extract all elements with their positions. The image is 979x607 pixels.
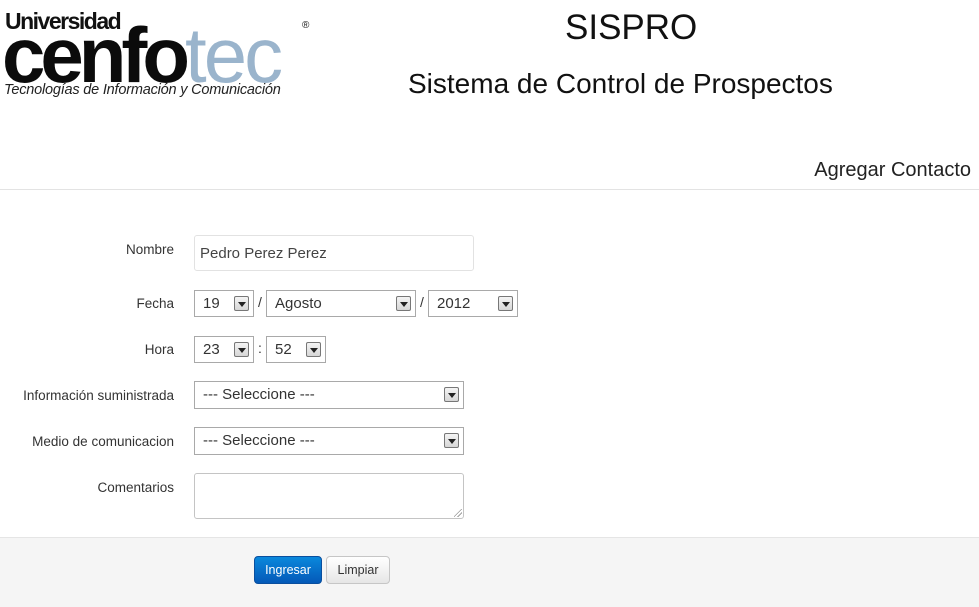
registered-mark: ® bbox=[302, 20, 310, 31]
hora-minute-select[interactable]: 52 bbox=[266, 336, 326, 363]
fecha-day-value: 19 bbox=[203, 295, 220, 312]
informacion-selected-value: --- Seleccione --- bbox=[203, 386, 315, 403]
dropdown-arrow-icon[interactable] bbox=[444, 433, 459, 448]
dropdown-arrow-icon[interactable] bbox=[444, 387, 459, 402]
fecha-year-select[interactable]: 2012 bbox=[428, 290, 518, 317]
hora-label: Hora bbox=[144, 342, 174, 357]
dropdown-arrow-icon[interactable] bbox=[306, 342, 321, 357]
informacion-select[interactable]: --- Seleccione --- bbox=[194, 381, 464, 409]
app-title: SISPRO bbox=[565, 8, 698, 47]
comentarios-label: Comentarios bbox=[97, 480, 174, 495]
nombre-input[interactable] bbox=[194, 235, 474, 271]
hora-minute-value: 52 bbox=[275, 341, 292, 358]
hora-hour-value: 23 bbox=[203, 341, 220, 358]
limpiar-button[interactable]: Limpiar bbox=[326, 556, 390, 584]
ingresar-button[interactable]: Ingresar bbox=[254, 556, 322, 584]
cenfotec-logo: Universidad cenfotec ® Tecnologías de In… bbox=[2, 6, 322, 106]
hora-hour-select[interactable]: 23 bbox=[194, 336, 254, 363]
fecha-month-value: Agosto bbox=[275, 295, 322, 312]
informacion-label: Información suministrada bbox=[23, 388, 174, 403]
medio-label: Medio de comunicacion bbox=[32, 434, 174, 449]
dropdown-arrow-icon[interactable] bbox=[498, 296, 513, 311]
dropdown-arrow-icon[interactable] bbox=[396, 296, 411, 311]
comentarios-textarea[interactable] bbox=[194, 473, 464, 519]
dropdown-arrow-icon[interactable] bbox=[234, 296, 249, 311]
fecha-year-value: 2012 bbox=[437, 295, 471, 312]
dropdown-arrow-icon[interactable] bbox=[234, 342, 249, 357]
resize-grip-icon[interactable] bbox=[454, 509, 462, 517]
medio-selected-value: --- Seleccione --- bbox=[203, 432, 315, 449]
nombre-label: Nombre bbox=[125, 242, 174, 257]
fecha-month-select[interactable]: Agosto bbox=[266, 290, 416, 317]
section-title: Agregar Contacto bbox=[814, 159, 971, 181]
time-separator: : bbox=[258, 340, 262, 356]
date-separator: / bbox=[420, 294, 424, 310]
fecha-label: Fecha bbox=[136, 296, 174, 311]
date-separator: / bbox=[258, 294, 262, 310]
logo-tagline: Tecnologías de Información y Comunicació… bbox=[4, 82, 281, 98]
medio-select[interactable]: --- Seleccione --- bbox=[194, 427, 464, 455]
form-actions-bar: Ingresar Limpiar bbox=[0, 537, 979, 607]
app-subtitle: Sistema de Control de Prospectos bbox=[408, 68, 833, 99]
fecha-day-select[interactable]: 19 bbox=[194, 290, 254, 317]
header-divider bbox=[0, 189, 979, 190]
